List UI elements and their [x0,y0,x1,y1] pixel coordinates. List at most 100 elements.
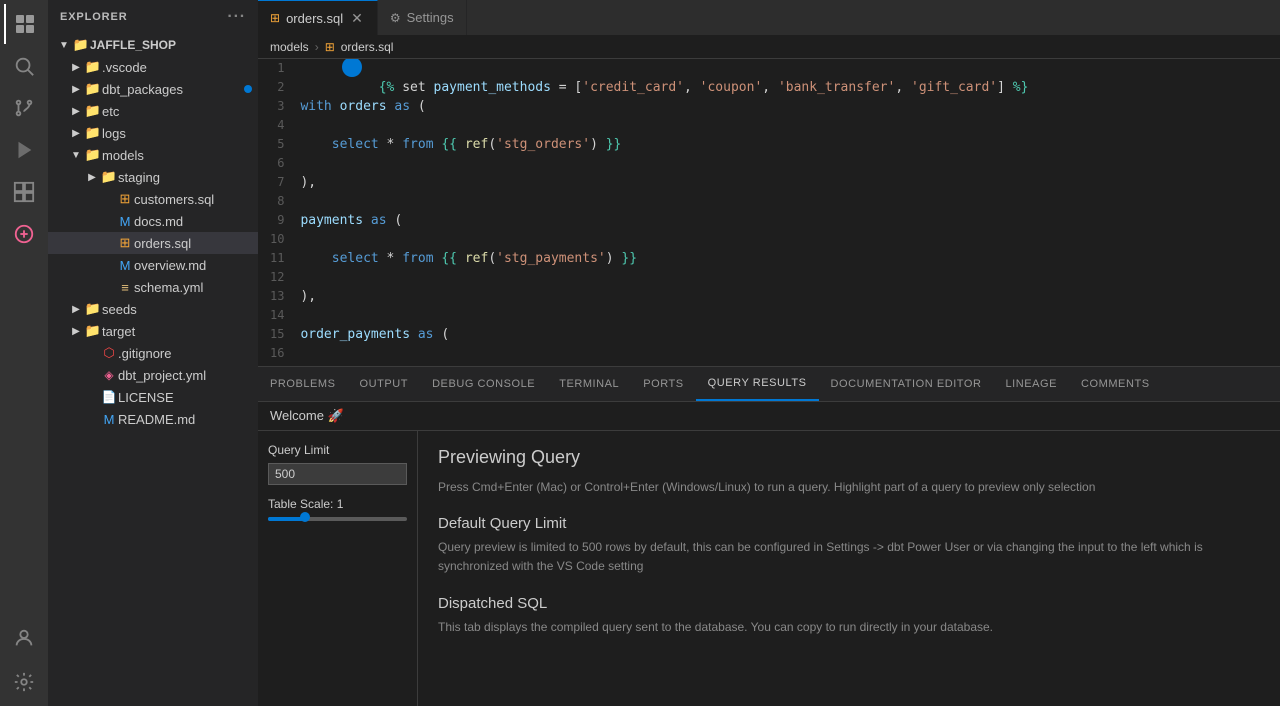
preview-title: Previewing Query [438,447,1260,468]
breadcrumb: models › ⊞ orders.sql [258,35,1280,59]
activity-bar [0,0,48,706]
dispatched-sql-title: Dispatched SQL [438,595,1260,612]
sidebar-item-target[interactable]: ▶ 📁 target [48,320,258,342]
panel-tabs: PROBLEMS OUTPUT DEBUG CONSOLE TERMINAL P… [258,367,1280,402]
run-debug-icon[interactable] [4,130,44,170]
sidebar-item-logs[interactable]: ▶ 📁 logs [48,122,258,144]
chevron-right-icon: ▶ [68,106,84,117]
panel-tab-terminal[interactable]: TERMINAL [547,367,631,401]
sidebar-item-dbt-packages[interactable]: ▶ 📁 dbt_packages [48,78,258,100]
chevron-right-icon: ▶ [68,326,84,337]
breadcrumb-file[interactable]: orders.sql [341,40,394,54]
source-control-icon[interactable] [4,88,44,128]
sidebar-item-license[interactable]: ▶ 📄 LICENSE [48,386,258,408]
slider-track [268,517,407,521]
md-file-icon: M [116,258,134,273]
chevron-right-icon: ▶ [68,62,84,73]
welcome-tab[interactable]: Welcome 🚀 [258,402,1280,431]
sidebar-item-orders-sql[interactable]: ▶ ⊞ orders.sql [48,232,258,254]
code-line: with orders as ( [300,97,1260,116]
line-numbers: 12345 678910 1112131415 1617181920 2122 [258,59,300,366]
code-line: ), [300,287,1260,306]
sidebar-item-readme-md[interactable]: ▶ M README.md [48,408,258,430]
folder-icon: 📁 [84,81,102,97]
close-tab-button[interactable]: ✕ [349,8,365,29]
panel-tab-debug-console[interactable]: DEBUG CONSOLE [420,367,547,401]
code-line [300,192,1260,211]
panel-tab-output[interactable]: OUTPUT [348,367,421,401]
tab-orders-sql[interactable]: ⊞ orders.sql ✕ [258,0,378,35]
code-line [300,344,1260,363]
slider-thumb[interactable] [300,512,310,522]
tab-label: orders.sql [286,11,343,26]
sidebar-item-staging[interactable]: ▶ 📁 staging [48,166,258,188]
panel-tab-problems[interactable]: PROBLEMS [258,367,348,401]
query-limit-section-text: Query preview is limited to 500 rows by … [438,538,1260,576]
folder-icon: 📁 [84,147,102,163]
sidebar-item-docs-md[interactable]: ▶ M docs.md [48,210,258,232]
md-file-icon: M [100,412,118,427]
breadcrumb-icon: ⊞ [325,40,335,54]
sidebar-content: ▼ 📁 JAFFLE_SHOP ▶ 📁 .vscode ▶ 📁 dbt_pack… [48,34,258,706]
panel-tab-lineage[interactable]: LINEAGE [993,367,1069,401]
sidebar-item-gitignore[interactable]: ▶ ⬡ .gitignore [48,342,258,364]
code-line: payments as ( [300,211,1260,230]
sidebar-root-folder[interactable]: ▼ 📁 JAFFLE_SHOP [48,34,258,56]
folder-icon: 📁 [84,125,102,141]
folder-icon: 📁 [72,37,90,53]
code-line [300,154,1260,173]
folder-icon: 📁 [84,323,102,339]
code-line [300,116,1260,135]
panel-content: Query Limit Table Scale: 1 Previewing Qu… [258,431,1280,706]
folder-icon: 📁 [100,169,118,185]
sidebar: EXPLORER ··· ▼ 📁 JAFFLE_SHOP ▶ 📁 .vscode… [48,0,258,706]
query-results-main: Previewing Query Press Cmd+Enter (Mac) o… [418,431,1280,706]
sidebar-item-models[interactable]: ▼ 📁 models [48,144,258,166]
panel: PROBLEMS OUTPUT DEBUG CONSOLE TERMINAL P… [258,366,1280,706]
sidebar-item-overview-md[interactable]: ▶ M overview.md [48,254,258,276]
sidebar-menu-button[interactable]: ··· [227,8,246,26]
chevron-right-icon: ▶ [68,304,84,315]
table-scale-label: Table Scale: 1 [268,497,407,511]
tab-settings[interactable]: ⚙ Settings [378,0,467,35]
breadcrumb-models[interactable]: models [270,40,309,54]
chevron-right-icon: ▶ [84,172,100,183]
sql-active-file-icon: ⊞ [116,235,134,251]
sidebar-item-etc[interactable]: ▶ 📁 etc [48,100,258,122]
breadcrumb-separator: › [315,40,319,54]
extensions-icon[interactable] [4,172,44,212]
code-line: select [300,363,1260,366]
panel-tab-comments[interactable]: COMMENTS [1069,367,1162,401]
panel-tab-ports[interactable]: PORTS [631,367,695,401]
sidebar-item-seeds[interactable]: ▶ 📁 seeds [48,298,258,320]
code-line: select * from {{ ref('stg_orders') }} [300,135,1260,154]
sidebar-item-customers-sql[interactable]: ▶ ⊞ customers.sql [48,188,258,210]
welcome-tab-label: Welcome 🚀 [270,408,344,424]
table-scale-slider[interactable] [268,515,407,523]
query-limit-section-title: Default Query Limit [438,515,1260,532]
preview-intro: Press Cmd+Enter (Mac) or Control+Enter (… [438,478,1260,497]
settings-icon[interactable] [4,662,44,702]
accounts-icon[interactable] [4,618,44,658]
sidebar-item-dbt-project-yml[interactable]: ▶ ◈ dbt_project.yml [48,364,258,386]
panel-tab-documentation-editor[interactable]: DOCUMENTATION EDITOR [819,367,994,401]
code-line [300,78,1260,97]
sidebar-header: EXPLORER ··· [48,0,258,34]
expand-arrow-icon: ▼ [56,40,72,51]
code-line: ), [300,173,1260,192]
dbt-icon[interactable] [4,214,44,254]
folder-icon: 📁 [84,301,102,317]
panel-tab-query-results[interactable]: QUERY RESULTS [696,367,819,401]
cursor-indicator [342,59,362,77]
explorer-icon[interactable] [4,4,44,44]
sidebar-item-schema-yml[interactable]: ▶ ≡ schema.yml [48,276,258,298]
modified-badge [244,85,252,93]
code-editor[interactable]: 12345 678910 1112131415 1617181920 2122 … [258,59,1280,366]
query-limit-input[interactable] [268,463,407,485]
editor-container: 12345 678910 1112131415 1617181920 2122 … [258,59,1280,706]
code-line [300,306,1260,325]
search-icon[interactable] [4,46,44,86]
code-line: select * from {{ ref('stg_payments') }} [300,249,1260,268]
sql-file-icon: ⊞ [116,191,134,207]
sidebar-item-vscode[interactable]: ▶ 📁 .vscode [48,56,258,78]
